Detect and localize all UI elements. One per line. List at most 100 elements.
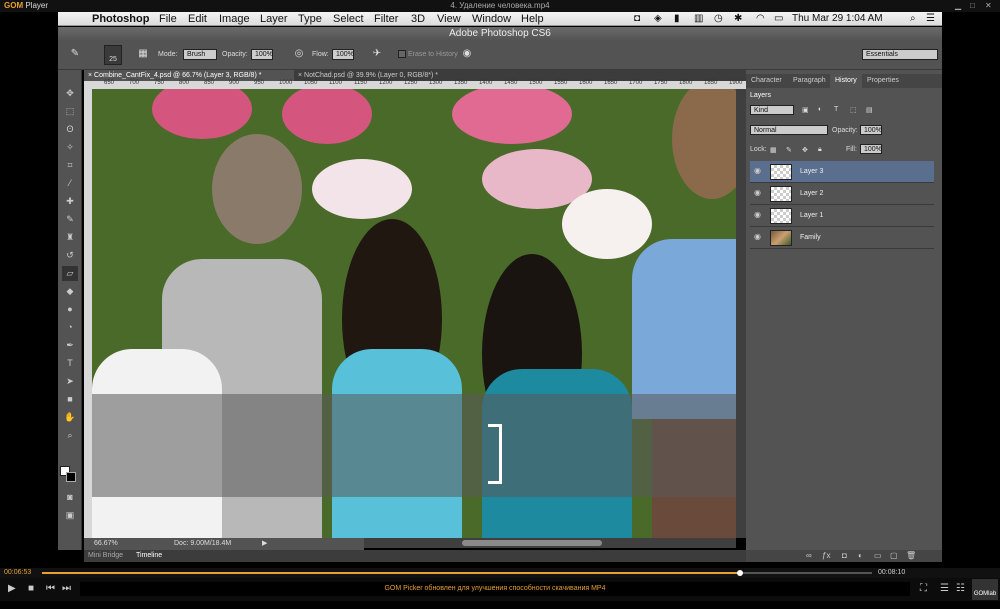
layer-name[interactable]: Layer 1 bbox=[800, 212, 823, 219]
menu-layer[interactable]: Layer bbox=[260, 12, 288, 26]
layer-opacity-field[interactable]: 100% bbox=[860, 125, 882, 135]
menu-type[interactable]: Type bbox=[298, 12, 322, 26]
minimize-icon[interactable]: ▁ bbox=[955, 1, 961, 10]
tab-paragraph[interactable]: Paragraph bbox=[788, 74, 831, 88]
crop-tool-icon[interactable]: ⌗ bbox=[62, 158, 78, 173]
fx-icon[interactable]: ƒx bbox=[822, 551, 830, 560]
pen-tool-icon[interactable]: ✒ bbox=[62, 338, 78, 353]
bluetooth-icon[interactable]: ✱ bbox=[734, 12, 742, 26]
menu-3d[interactable]: 3D bbox=[411, 12, 425, 26]
layer-name[interactable]: Layer 2 bbox=[800, 190, 823, 197]
background-color-swatch[interactable] bbox=[66, 472, 76, 482]
move-tool-icon[interactable]: ✥ bbox=[62, 86, 78, 101]
tab-character[interactable]: Character bbox=[746, 74, 787, 88]
delete-layer-icon[interactable]: 🗑︎ bbox=[906, 551, 916, 560]
dropbox-icon[interactable]: ◈ bbox=[654, 12, 662, 26]
tab-mini-bridge[interactable]: Mini Bridge bbox=[88, 550, 123, 562]
display-icon[interactable]: ▭ bbox=[774, 12, 783, 26]
new-group-icon[interactable]: ▭ bbox=[874, 551, 882, 560]
list-icon[interactable]: ☰ bbox=[926, 12, 935, 26]
kind-filter[interactable]: Kind bbox=[750, 105, 794, 115]
eraser-tool-icon[interactable]: ▱ bbox=[62, 266, 78, 281]
fill-field[interactable]: 100% bbox=[860, 144, 882, 154]
filter-shape-icon[interactable]: ⬚ bbox=[850, 106, 857, 114]
clock[interactable]: Thu Mar 29 1:04 AM bbox=[792, 12, 883, 26]
pressure-opacity-icon[interactable]: ◎ bbox=[292, 47, 306, 61]
vertical-scrollbar[interactable] bbox=[736, 89, 746, 538]
visibility-eye-icon[interactable]: ◉ bbox=[754, 232, 761, 241]
close-icon[interactable]: ✕ bbox=[985, 1, 992, 10]
stop-icon[interactable]: ■ bbox=[28, 583, 34, 594]
quick-select-tool-icon[interactable]: ✧ bbox=[62, 140, 78, 155]
flag-icon[interactable]: ▮ bbox=[674, 12, 680, 26]
menu-edit[interactable]: Edit bbox=[188, 12, 207, 26]
filter-type-icon[interactable]: T bbox=[834, 106, 838, 113]
visibility-eye-icon[interactable]: ◉ bbox=[754, 210, 761, 219]
flow-field[interactable]: 100% bbox=[332, 49, 354, 60]
menu-window[interactable]: Window bbox=[472, 12, 511, 26]
maximize-icon[interactable]: □ bbox=[970, 1, 975, 10]
erase-history-checkbox[interactable] bbox=[398, 50, 406, 58]
settings-icon[interactable]: ☷ bbox=[956, 583, 965, 594]
quick-mask-icon[interactable]: ◙ bbox=[62, 490, 78, 505]
screen-record-icon[interactable]: ◘ bbox=[634, 12, 640, 26]
menu-app[interactable]: Photoshop bbox=[92, 12, 149, 26]
menu-filter[interactable]: Filter bbox=[374, 12, 398, 26]
history-brush-tool-icon[interactable]: ↺ bbox=[62, 248, 78, 263]
lock-all-icon[interactable]: 🔒︎ bbox=[818, 146, 822, 154]
next-icon[interactable]: ⏭︎ bbox=[62, 583, 71, 594]
hand-tool-icon[interactable]: ✋ bbox=[62, 410, 78, 425]
notice-banner[interactable]: GOM Picker обновлен для улучшения способ… bbox=[80, 582, 910, 596]
lock-image-icon[interactable]: ✎ bbox=[786, 146, 792, 154]
time-machine-icon[interactable]: ◷ bbox=[714, 12, 723, 26]
dodge-tool-icon[interactable]: ◔ bbox=[62, 320, 78, 335]
blend-mode-select[interactable]: Normal bbox=[750, 125, 828, 135]
marquee-tool-icon[interactable]: ⬚ bbox=[62, 104, 78, 119]
path-select-tool-icon[interactable]: ➤ bbox=[62, 374, 78, 389]
layer-row[interactable]: ◉ Layer 1 bbox=[750, 205, 934, 227]
seek-bar[interactable]: 00:06:53 00:08:10 bbox=[0, 568, 1000, 578]
gomlab-button[interactable]: GOMlab bbox=[972, 579, 998, 600]
link-layers-icon[interactable]: ∞ bbox=[806, 551, 812, 560]
eyedropper-tool-icon[interactable]: ⁄ bbox=[62, 176, 78, 191]
play-icon[interactable]: ▶ bbox=[8, 583, 16, 594]
lock-transparent-icon[interactable]: ▦ bbox=[770, 146, 777, 154]
zoom-level[interactable]: 66.67% bbox=[94, 538, 118, 550]
fullscreen-icon[interactable]: ⛶ bbox=[920, 583, 927, 594]
layer-row[interactable]: ◉ Layer 3 bbox=[750, 161, 934, 183]
adjustment-layer-icon[interactable]: ◐ bbox=[858, 551, 863, 560]
filter-smart-icon[interactable]: ▤ bbox=[866, 106, 873, 114]
lasso-tool-icon[interactable]: ʘ bbox=[62, 122, 78, 137]
layer-row[interactable]: ◉ Layer 2 bbox=[750, 183, 934, 205]
status-arrow-icon[interactable]: ▶ bbox=[262, 538, 267, 550]
scrollbar-thumb[interactable] bbox=[462, 540, 602, 546]
brush-panel-icon[interactable]: ▦ bbox=[136, 47, 150, 61]
visibility-eye-icon[interactable]: ◉ bbox=[754, 166, 761, 175]
mode-select[interactable]: Brush bbox=[183, 49, 217, 60]
opacity-field[interactable]: 100% bbox=[251, 49, 273, 60]
healing-tool-icon[interactable]: ✚ bbox=[62, 194, 78, 209]
tab-history[interactable]: History bbox=[830, 74, 862, 88]
previous-icon[interactable]: ⏮︎ bbox=[46, 583, 55, 594]
layer-name[interactable]: Family bbox=[800, 234, 821, 241]
menu-select[interactable]: Select bbox=[333, 12, 364, 26]
layer-row[interactable]: ◉ Family bbox=[750, 227, 934, 249]
airbrush-icon[interactable]: ✈ bbox=[370, 47, 384, 61]
lock-position-icon[interactable]: ✥ bbox=[802, 146, 808, 154]
menu-image[interactable]: Image bbox=[219, 12, 250, 26]
menu-file[interactable]: File bbox=[159, 12, 177, 26]
filter-pixel-icon[interactable]: ▣ bbox=[802, 106, 809, 114]
filter-adjust-icon[interactable]: ◐ bbox=[818, 106, 822, 113]
stamp-tool-icon[interactable]: ♜ bbox=[62, 230, 78, 245]
layer-name[interactable]: Layer 3 bbox=[800, 168, 823, 175]
zoom-tool-icon[interactable]: ⌕ bbox=[62, 428, 78, 443]
seek-handle[interactable] bbox=[737, 570, 743, 576]
brush-preset-picker[interactable]: 25 bbox=[104, 45, 122, 65]
eraser-tool-icon[interactable]: ✎ bbox=[68, 47, 82, 61]
menu-help[interactable]: Help bbox=[521, 12, 544, 26]
wifi-icon[interactable]: ◠ bbox=[756, 12, 765, 26]
playlist-icon[interactable]: ☰ bbox=[940, 583, 949, 594]
spotlight-icon[interactable]: ⌕ bbox=[910, 12, 916, 26]
screen-mode-icon[interactable]: ▣ bbox=[62, 508, 78, 523]
tab-properties[interactable]: Properties bbox=[862, 74, 904, 88]
